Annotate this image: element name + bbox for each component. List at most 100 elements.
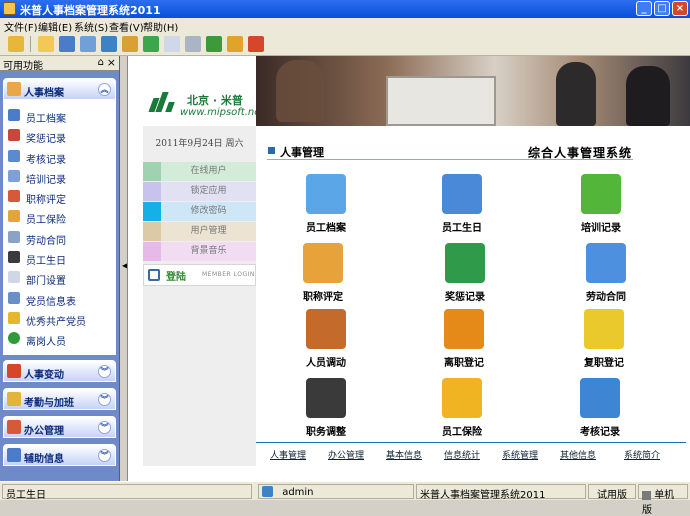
link-personnel[interactable]: 人事管理 xyxy=(270,448,306,461)
tile-personnel-transfer[interactable]: 人员调动 xyxy=(286,309,366,375)
sidebar-item-departments[interactable]: 部门设置 xyxy=(4,268,115,288)
status-user-name: admin xyxy=(282,486,314,498)
sidebar-item-insurance[interactable]: 员工保险 xyxy=(4,207,115,227)
group-label: 人事档案 xyxy=(24,88,64,99)
tile-position-adjustment[interactable]: 职务调整 xyxy=(286,378,366,444)
close-icon[interactable]: × xyxy=(107,56,116,69)
tile-assessment-records[interactable]: 考核记录 xyxy=(560,378,640,444)
sidebar-item-label: 员工生日 xyxy=(26,256,66,268)
group-label: 人事变动 xyxy=(24,370,64,381)
toolbar xyxy=(0,32,690,56)
award-icon xyxy=(8,129,20,142)
calendar-icon[interactable] xyxy=(80,36,96,52)
open-folder-icon[interactable] xyxy=(38,36,54,52)
folder-icon xyxy=(586,243,626,283)
tile-label: 劳动合同 xyxy=(586,292,626,303)
chevron-down-icon[interactable]: ︾ xyxy=(98,421,111,434)
mail-icon[interactable] xyxy=(164,36,180,52)
close-button[interactable]: × xyxy=(672,1,688,16)
sidebar-group-personnel-files[interactable]: 人事档案 ︽ xyxy=(3,78,116,100)
link-system[interactable]: 系统管理 xyxy=(502,448,538,461)
chevron-down-icon[interactable]: ︾ xyxy=(98,393,111,406)
folder-icon xyxy=(7,82,21,96)
status-mode: 单机版 xyxy=(638,484,688,516)
sidebar-group-office[interactable]: 办公管理 ︾ xyxy=(3,416,116,438)
menu-bar: 文件(F) 编辑(E) 系统(S) 查看(V) 帮助(H) xyxy=(0,18,690,34)
sidebar-item-label: 考核记录 xyxy=(26,154,66,166)
maximize-button[interactable]: □ xyxy=(654,1,670,16)
change-password-button[interactable]: 修改密码 xyxy=(143,202,256,221)
tile-reinstatement[interactable]: 复职登记 xyxy=(564,309,644,375)
minimize-button[interactable]: _ xyxy=(636,1,652,16)
sidebar-item-training[interactable]: 培训记录 xyxy=(4,167,115,187)
grid-icon[interactable] xyxy=(59,36,75,52)
sidebar-group-auxiliary[interactable]: 辅助信息 ︾ xyxy=(3,444,116,466)
power-icon[interactable] xyxy=(248,36,264,52)
sidebar-item-birthday[interactable]: 员工生日 xyxy=(4,248,115,268)
checklist-icon xyxy=(8,149,20,162)
home-icon[interactable] xyxy=(122,36,138,52)
toolbar-separator xyxy=(30,36,31,52)
tile-labor-contract[interactable]: 劳动合同 xyxy=(566,243,646,309)
background-music-button[interactable]: 背景音乐 xyxy=(143,242,256,261)
sidebar-item-departed-staff[interactable]: 离岗人员 xyxy=(4,329,115,349)
banner-photo xyxy=(256,56,690,126)
status-app-name: 米普人事档案管理系统2011 xyxy=(416,484,586,501)
swatch xyxy=(143,242,161,261)
sidebar-item-label: 部门设置 xyxy=(26,276,66,288)
sidebar-item-label: 劳动合同 xyxy=(26,235,66,247)
sidebar-group-personnel-changes[interactable]: 人事变动 ︾ xyxy=(3,360,116,382)
main-panel: 北京 · 米普 www.mipsoft.net 2011年9月24日 周六 在线… xyxy=(127,56,690,481)
user-icon[interactable] xyxy=(206,36,222,52)
key-icon[interactable] xyxy=(227,36,243,52)
tile-title-evaluation[interactable]: 职称评定 xyxy=(283,243,363,309)
file-icon xyxy=(306,174,346,214)
tile-employee-birthday[interactable]: 员工生日 xyxy=(422,174,502,240)
tile-employee-files[interactable]: 员工档案 xyxy=(286,174,366,240)
sidebar-item-assessment[interactable]: 考核记录 xyxy=(4,147,115,167)
section-bullet-icon xyxy=(268,147,275,154)
refresh-icon[interactable] xyxy=(143,36,159,52)
link-other[interactable]: 其他信息 xyxy=(560,448,596,461)
sidebar-item-party-members[interactable]: 党员信息表 xyxy=(4,289,115,309)
link-about[interactable]: 系统简介 xyxy=(624,448,660,461)
edit-icon[interactable] xyxy=(101,36,117,52)
book-icon xyxy=(445,243,485,283)
swatch xyxy=(143,162,161,181)
tile-resignation[interactable]: 离职登记 xyxy=(424,309,504,375)
logo-mark-icon xyxy=(147,90,177,112)
button-label: 用户管理 xyxy=(161,222,256,241)
chevron-up-icon[interactable]: ︽ xyxy=(98,83,111,96)
tile-rewards[interactable]: 奖惩记录 xyxy=(425,243,505,309)
swatch xyxy=(143,202,161,221)
sidebar-item-title-evaluation[interactable]: 职称评定 xyxy=(4,187,115,207)
window-title: 米普人事档案管理系统2011 xyxy=(20,4,161,17)
run-icon[interactable] xyxy=(8,36,24,52)
user-management-button[interactable]: 用户管理 xyxy=(143,222,256,241)
chevron-down-icon[interactable]: ︾ xyxy=(98,365,111,378)
chevron-down-icon[interactable]: ︾ xyxy=(98,449,111,462)
print-icon[interactable] xyxy=(185,36,201,52)
home-icon[interactable]: ⌂ xyxy=(98,57,104,68)
link-basic-info[interactable]: 基本信息 xyxy=(386,448,422,461)
sidebar-item-label: 员工保险 xyxy=(26,215,66,227)
button-label: 锁定应用 xyxy=(161,182,256,201)
status-user: admin xyxy=(258,484,414,499)
logo-url: www.mipsoft.net xyxy=(180,107,265,118)
sidebar-item-contract[interactable]: 劳动合同 xyxy=(4,228,115,248)
member-login[interactable]: 登陆 MEMBER LOGIN xyxy=(143,264,256,286)
online-users-button[interactable]: 在线用户 xyxy=(143,162,256,181)
sidebar-item-excellent-members[interactable]: 优秀共产党员 xyxy=(4,309,115,329)
lock-app-button[interactable]: 锁定应用 xyxy=(143,182,256,201)
sidebar-item-label: 党员信息表 xyxy=(26,296,76,308)
sidebar-item-employee-files[interactable]: 员工档案 xyxy=(4,106,115,126)
link-statistics[interactable]: 信息统计 xyxy=(444,448,480,461)
sidebar-group-attendance[interactable]: 考勤与加班 ︾ xyxy=(3,388,116,410)
group-icon xyxy=(306,378,346,418)
tile-training-records[interactable]: 培训记录 xyxy=(561,174,641,240)
section-title: 人事管理 xyxy=(280,146,324,159)
sidebar-item-rewards[interactable]: 奖惩记录 xyxy=(4,126,115,146)
link-office[interactable]: 办公管理 xyxy=(328,448,364,461)
title-bar: 米普人事档案管理系统2011 _ □ × xyxy=(0,0,690,18)
tile-employee-insurance[interactable]: 员工保险 xyxy=(422,378,502,444)
